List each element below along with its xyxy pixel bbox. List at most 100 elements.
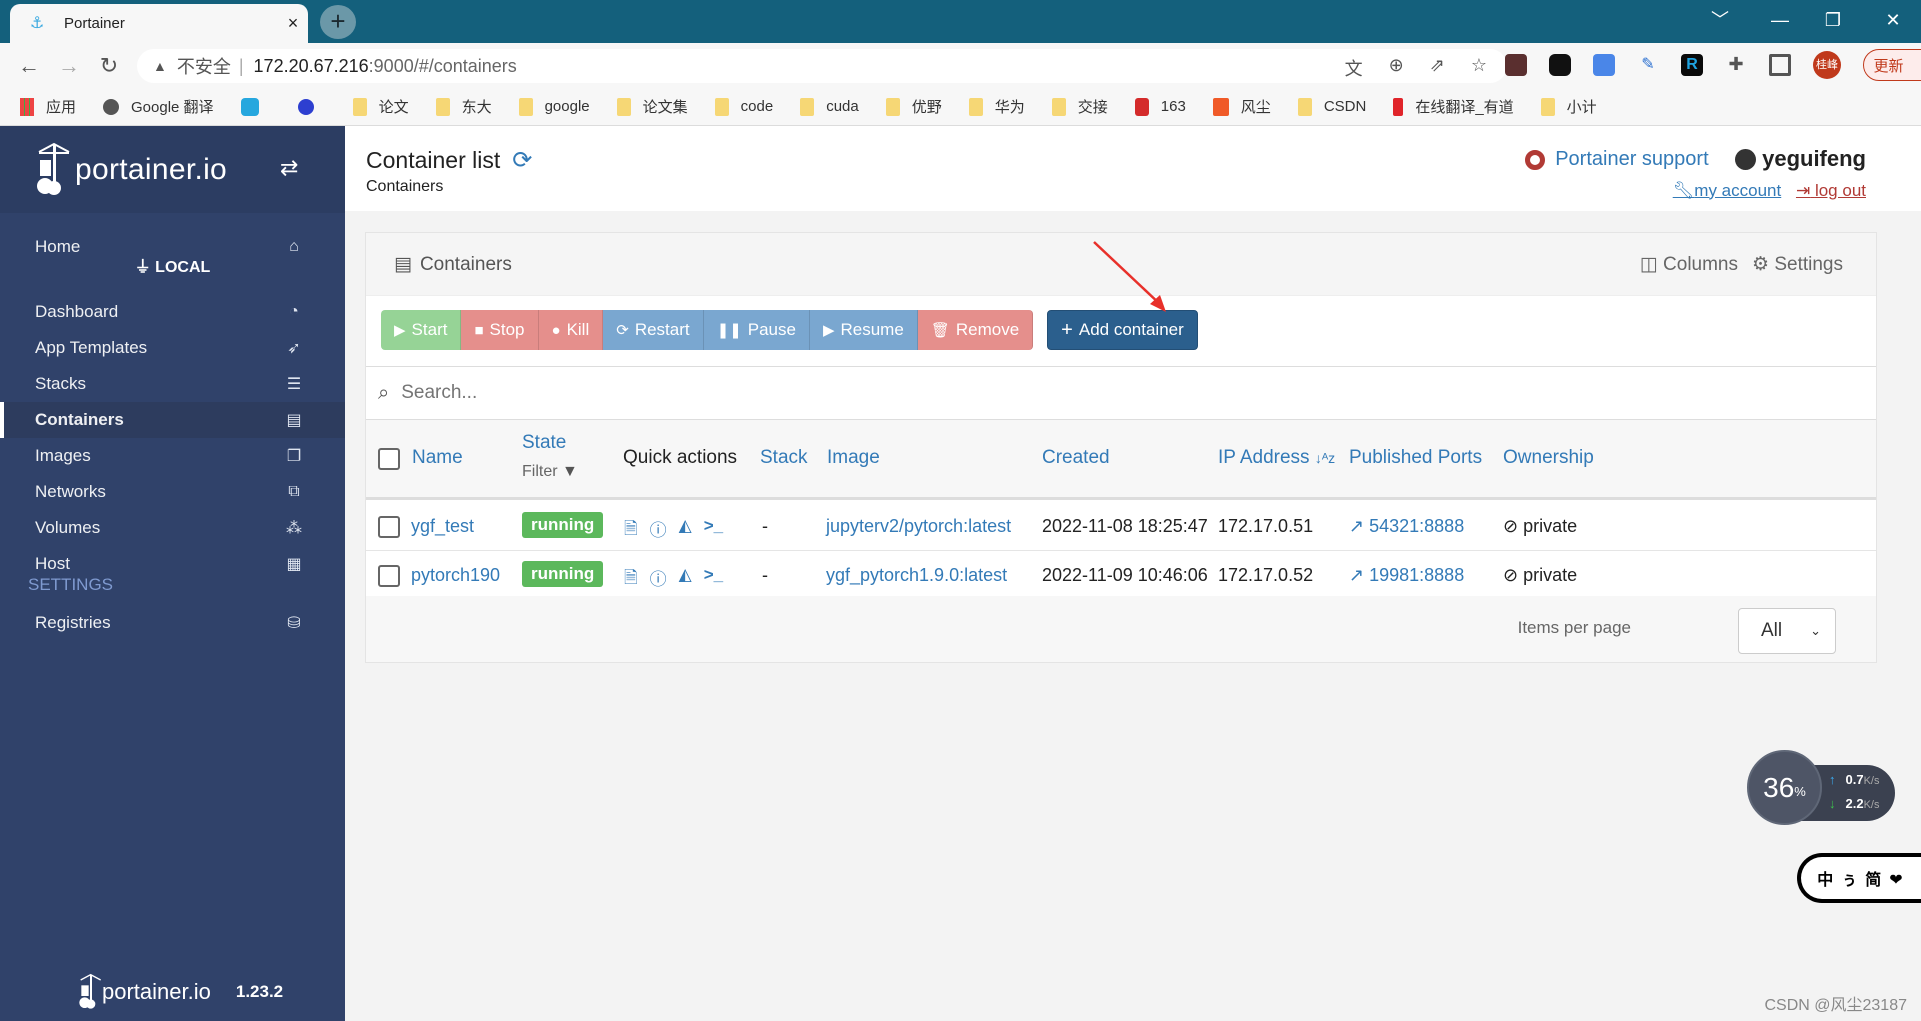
bookmark-item[interactable]: 交接 <box>1051 96 1108 117</box>
stats-chart-icon[interactable]: ◭ <box>679 565 692 594</box>
resume-button[interactable]: ▶ Resume <box>809 310 918 350</box>
bookmark-item[interactable]: 小计 <box>1540 96 1597 117</box>
console-icon[interactable]: >_ <box>704 565 723 594</box>
column-image[interactable]: Image <box>827 447 880 469</box>
image-link[interactable]: jupyterv2/pytorch:latest <box>826 516 1011 537</box>
folder-icon <box>1297 97 1312 116</box>
logs-icon[interactable]: 🗎︎ <box>624 516 638 545</box>
bookmark-item[interactable]: 论文集 <box>616 96 688 117</box>
tab-search-icon[interactable]: ﹀ <box>1690 0 1750 43</box>
extension-google-translate-icon[interactable] <box>1593 54 1615 76</box>
image-link[interactable]: ygf_pytorch1.9.0:latest <box>826 565 1007 586</box>
profile-avatar[interactable]: 桂峰 <box>1813 51 1841 79</box>
sidebar-item-registries[interactable]: Registries ⛁ <box>0 605 345 641</box>
back-button[interactable]: ← <box>14 51 44 81</box>
close-window-button[interactable]: ✕ <box>1863 0 1921 43</box>
sidebar-item-dashboard[interactable]: Dashboard ◔ <box>0 294 345 330</box>
bookmark-item[interactable]: 论文 <box>352 96 409 117</box>
update-button[interactable]: 更新 ⋮ <box>1863 49 1921 81</box>
sidebar-item-networks[interactable]: Networks ⧉ <box>0 474 345 510</box>
portainer-support-link[interactable]: Portainer support <box>1525 148 1709 171</box>
minimize-button[interactable]: — <box>1750 0 1810 43</box>
maximize-button[interactable]: ❐ <box>1803 0 1863 43</box>
column-ownership[interactable]: Ownership <box>1503 447 1594 469</box>
column-created[interactable]: Created <box>1042 447 1110 469</box>
logs-icon[interactable]: 🗎︎ <box>624 565 638 594</box>
bookmark-item[interactable]: 华为 <box>968 96 1025 117</box>
select-all-checkbox[interactable] <box>378 448 400 470</box>
info-icon[interactable]: ⓘ <box>650 565 667 594</box>
sidebar-toggle-icon[interactable]: ⇄ <box>280 155 298 181</box>
bookmark-item[interactable]: 应用 <box>20 96 76 117</box>
add-container-button[interactable]: + Add container <box>1047 310 1198 350</box>
bookmark-item[interactable] <box>297 98 326 115</box>
sidebar-item-containers[interactable]: Containers ▤ <box>0 402 345 438</box>
row-checkbox[interactable] <box>378 516 400 538</box>
search-input[interactable] <box>401 382 1802 404</box>
sidebar-item-app-templates[interactable]: App Templates ➶ <box>0 330 345 366</box>
published-port-link[interactable]: ↗ 19981:8888 <box>1349 565 1464 586</box>
ime-status-widget[interactable]: 中ぅ简❤ <box>1797 853 1921 903</box>
row-checkbox[interactable] <box>378 565 400 587</box>
column-state[interactable]: State <box>522 432 566 454</box>
zoom-icon[interactable]: ⊕ <box>1389 55 1404 81</box>
log-out-link[interactable]: ⇥ log out <box>1796 181 1866 200</box>
column-published-ports[interactable]: Published Ports <box>1349 447 1482 469</box>
sidebar-item-stacks[interactable]: Stacks ☰ <box>0 366 345 402</box>
published-port-link[interactable]: ↗ 54321:8888 <box>1349 516 1464 537</box>
bookmark-item[interactable]: CSDN <box>1297 97 1366 116</box>
bookmark-item[interactable] <box>240 97 271 116</box>
items-per-page-select[interactable]: All ⌄ <box>1738 608 1836 654</box>
kill-button[interactable]: ● Kill <box>538 310 604 350</box>
bookmark-item[interactable]: Google 翻译 <box>103 96 214 117</box>
info-icon[interactable]: ⓘ <box>650 516 667 545</box>
console-icon[interactable]: >_ <box>704 516 723 545</box>
bookmark-item[interactable]: cuda <box>800 97 859 116</box>
bookmark-item[interactable]: 163 <box>1134 97 1186 116</box>
column-stack[interactable]: Stack <box>760 447 808 469</box>
bookmark-item[interactable]: 在线翻译_有道 <box>1393 96 1514 117</box>
share-icon[interactable]: ⇗ <box>1430 55 1445 81</box>
column-name[interactable]: Name <box>412 447 463 469</box>
extension-pen-icon[interactable]: ✎ <box>1637 54 1659 76</box>
address-bar[interactable]: ▲ 不安全 | 172.20.67.216:9000/#/containers … <box>137 49 1507 83</box>
new-tab-button[interactable]: + <box>320 5 356 39</box>
extension-mask-icon[interactable] <box>1505 54 1527 76</box>
bookmark-item[interactable]: code <box>714 97 773 116</box>
table-row: pytorch190 running 🗎︎ ⓘ ◭ >_ - ygf_pytorch1.9.0… <box>366 552 1876 600</box>
my-account-link[interactable]: 🔧︎my account <box>1673 181 1782 200</box>
translate-icon[interactable]: 文 <box>1345 55 1363 81</box>
bookmark-item[interactable]: 风尘 <box>1212 96 1271 117</box>
sidebar-item-images[interactable]: Images ❐ <box>0 438 345 474</box>
bookmark-item[interactable]: google <box>518 97 590 116</box>
bookmark-item[interactable]: 东大 <box>435 96 492 117</box>
stop-button[interactable]: ■ Stop <box>461 310 539 350</box>
stats-chart-icon[interactable]: ◭ <box>679 516 692 545</box>
container-name-link[interactable]: pytorch190 <box>411 565 500 586</box>
browser-tab-portainer[interactable]: ⚓ Portainer × <box>10 4 308 43</box>
start-button[interactable]: ▶ Start <box>381 310 462 350</box>
refresh-icon[interactable]: ⟳ <box>512 146 532 175</box>
extension-tampermonkey-icon[interactable] <box>1549 54 1571 76</box>
restart-button[interactable]: ⟳ Restart <box>603 310 704 350</box>
remove-button[interactable]: 🗑︎ Remove <box>917 310 1034 350</box>
pause-button[interactable]: ❚❚ Pause <box>703 310 810 350</box>
network-monitor-widget[interactable]: ↑ 0.7K/s ↓ 2.2K/s 36% <box>1747 750 1895 825</box>
side-panel-icon[interactable] <box>1769 54 1791 76</box>
sidebar-item-volumes[interactable]: Volumes ⁂ <box>0 510 345 546</box>
reload-button[interactable]: ↻ <box>94 51 124 81</box>
container-name-link[interactable]: ygf_test <box>411 516 474 537</box>
portainer-logo[interactable]: portainer.io <box>35 142 227 198</box>
star-icon[interactable]: ☆ <box>1471 55 1487 81</box>
bookmark-item[interactable]: 优野 <box>885 96 942 117</box>
insecure-label[interactable]: 不安全 <box>177 53 231 79</box>
settings-button[interactable]: ⚙ Settings <box>1752 253 1843 276</box>
state-filter[interactable]: Filter ▼ <box>522 463 578 481</box>
sidebar-brand[interactable]: portainer.io ⇄ <box>0 126 345 213</box>
tab-close-icon[interactable]: × <box>278 13 308 34</box>
extensions-puzzle-icon[interactable]: ✚ <box>1725 54 1747 76</box>
columns-button[interactable]: ◫ Columns <box>1640 253 1738 276</box>
column-ip-address[interactable]: IP Address ↓ᴬz <box>1218 447 1335 469</box>
extension-r-icon[interactable]: R <box>1681 54 1703 76</box>
forward-button[interactable]: → <box>54 51 84 81</box>
